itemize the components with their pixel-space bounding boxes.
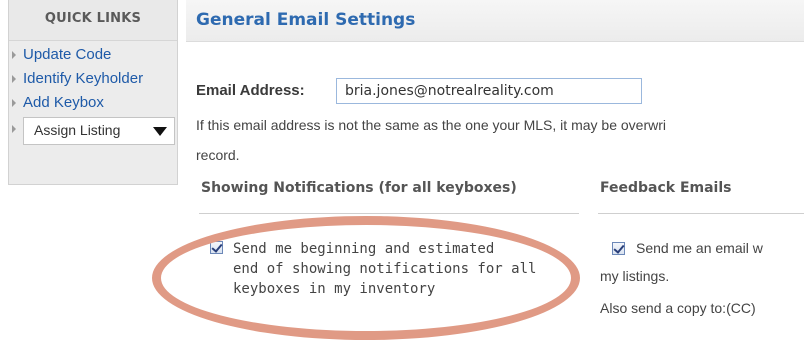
quick-link-label: Add Keybox xyxy=(23,94,104,111)
quick-link-add-keybox[interactable]: Add Keybox xyxy=(9,91,177,115)
showing-notifications-heading: Showing Notifications (for all keyboxes) xyxy=(201,180,517,196)
email-address-label: Email Address: xyxy=(196,82,305,99)
feedback-email-text-cont: my listings. xyxy=(600,268,670,284)
section-divider xyxy=(199,213,579,214)
feedback-email-checkbox[interactable] xyxy=(612,242,625,255)
section-divider xyxy=(598,213,804,214)
feedback-emails-heading: Feedback Emails xyxy=(600,180,732,196)
quick-link-label: Identify Keyholder xyxy=(23,70,144,87)
cc-label: Also send a copy to:(CC) xyxy=(600,300,756,316)
quick-links-list: Update Code Identify Keyholder Add Keybo… xyxy=(9,43,177,147)
assign-listing-value: Assign Listing xyxy=(34,122,121,138)
feedback-email-text: Send me an email w xyxy=(636,240,763,256)
caret-right-icon xyxy=(12,99,16,107)
email-info-text-cont: record. xyxy=(196,147,240,163)
settings-header: General Email Settings xyxy=(186,0,804,42)
caret-right-icon xyxy=(12,75,16,83)
email-address-input[interactable] xyxy=(336,78,642,104)
notification-line: Send me beginning and estimated xyxy=(233,241,495,257)
triangle-down-icon xyxy=(153,127,167,136)
page-title: General Email Settings xyxy=(196,10,416,30)
notification-line: keyboxes in my inventory xyxy=(233,281,436,297)
assign-listing-select[interactable]: Assign Listing xyxy=(23,117,175,145)
showing-notifications-checkbox[interactable] xyxy=(210,241,223,254)
quick-link-label: Update Code xyxy=(23,46,112,63)
email-info-text: If this email address is not the same as… xyxy=(196,117,666,133)
quick-link-identify-keyholder[interactable]: Identify Keyholder xyxy=(9,67,177,91)
showing-notifications-text: Send me beginning and estimated end of s… xyxy=(233,239,573,299)
caret-right-icon xyxy=(12,125,16,133)
assign-listing-row: Assign Listing xyxy=(9,117,177,147)
notification-line: end of showing notifications for all xyxy=(233,261,537,277)
quick-links-panel: QUICK LINKS Update Code Identify Keyhold… xyxy=(8,0,178,185)
quick-link-update-code[interactable]: Update Code xyxy=(9,43,177,67)
quick-links-title: QUICK LINKS xyxy=(9,0,177,41)
caret-right-icon xyxy=(12,51,16,59)
